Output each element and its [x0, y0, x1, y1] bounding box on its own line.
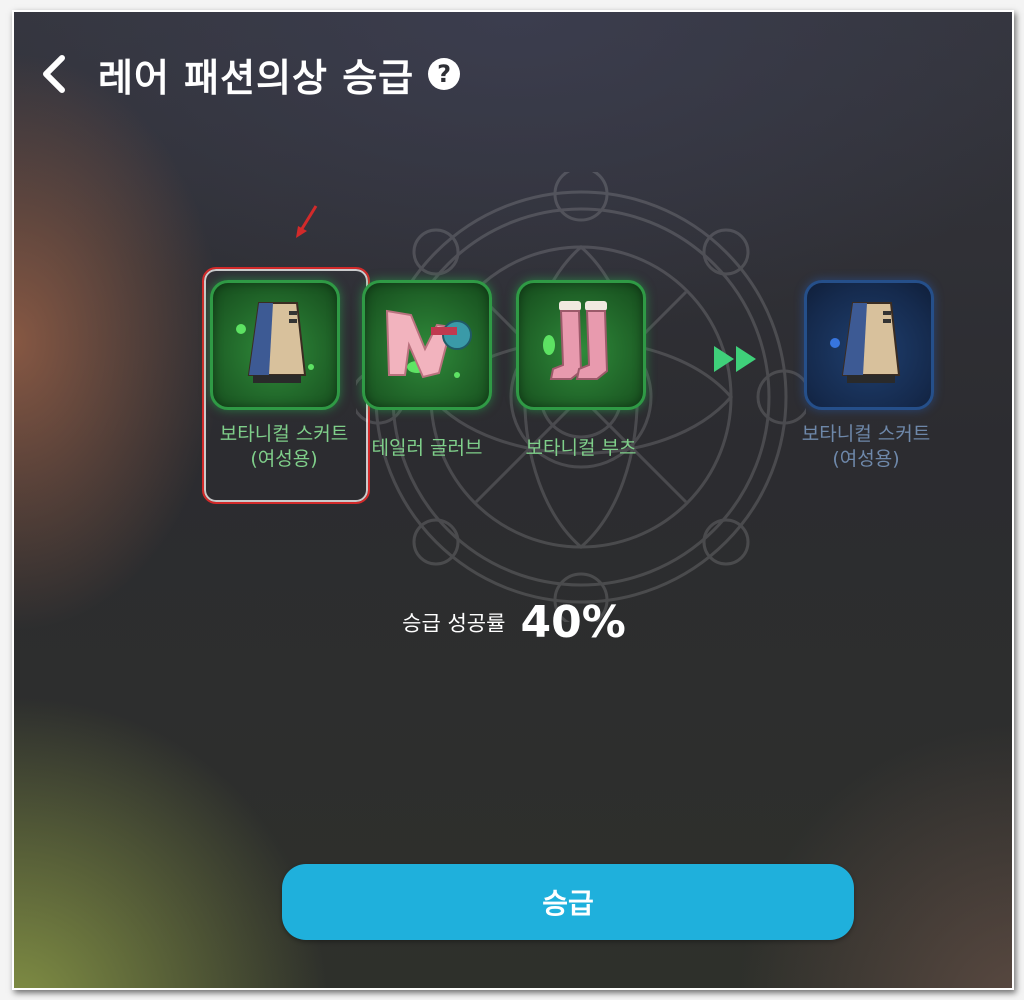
header: 레어 패션의상 승급 ?	[32, 42, 461, 106]
fast-forward-icon	[714, 346, 756, 372]
glove-icon	[385, 309, 472, 379]
material-label-glove: 테일러 글러브	[362, 436, 492, 461]
app-screen: 레어 패션의상 승급 ? 보타니컬 스커트 (여성용) 테일러 글러브 보타니컬…	[12, 10, 1014, 990]
result-slot-skirt[interactable]	[804, 280, 934, 410]
material-name: 보타니컬 스커트	[219, 423, 349, 445]
material-label-boots: 보타니컬 부츠	[514, 436, 648, 461]
skirt-icon	[830, 302, 901, 383]
back-button[interactable]	[32, 52, 76, 96]
material-name: 테일러 글러브	[371, 437, 483, 459]
material-label-skirt: 보타니컬 스커트 (여성용)	[202, 422, 366, 472]
result-label-skirt: 보타니컬 스커트 (여성용)	[784, 422, 948, 472]
material-slot-skirt[interactable]	[210, 280, 340, 410]
material-name: 보타니컬 부츠	[525, 437, 637, 459]
page-title: 레어 패션의상 승급	[98, 55, 415, 100]
pointer-arrow-icon	[296, 205, 318, 238]
boots-icon	[543, 301, 609, 380]
success-rate-value: 40%	[520, 597, 626, 648]
result-name: 보타니컬 스커트	[801, 423, 931, 445]
skirt-icon	[236, 302, 314, 383]
material-slot-glove[interactable]	[362, 280, 492, 410]
success-rate: 승급 성공률 40%	[14, 597, 1012, 648]
success-rate-label: 승급 성공률	[402, 611, 506, 636]
material-slot-boots[interactable]	[516, 280, 646, 410]
result-subname: (여성용)	[832, 448, 900, 470]
chevron-left-icon	[43, 55, 65, 93]
material-subname: (여성용)	[250, 448, 318, 470]
help-icon[interactable]: ?	[428, 58, 461, 90]
upgrade-button[interactable]: 승급	[282, 864, 854, 940]
